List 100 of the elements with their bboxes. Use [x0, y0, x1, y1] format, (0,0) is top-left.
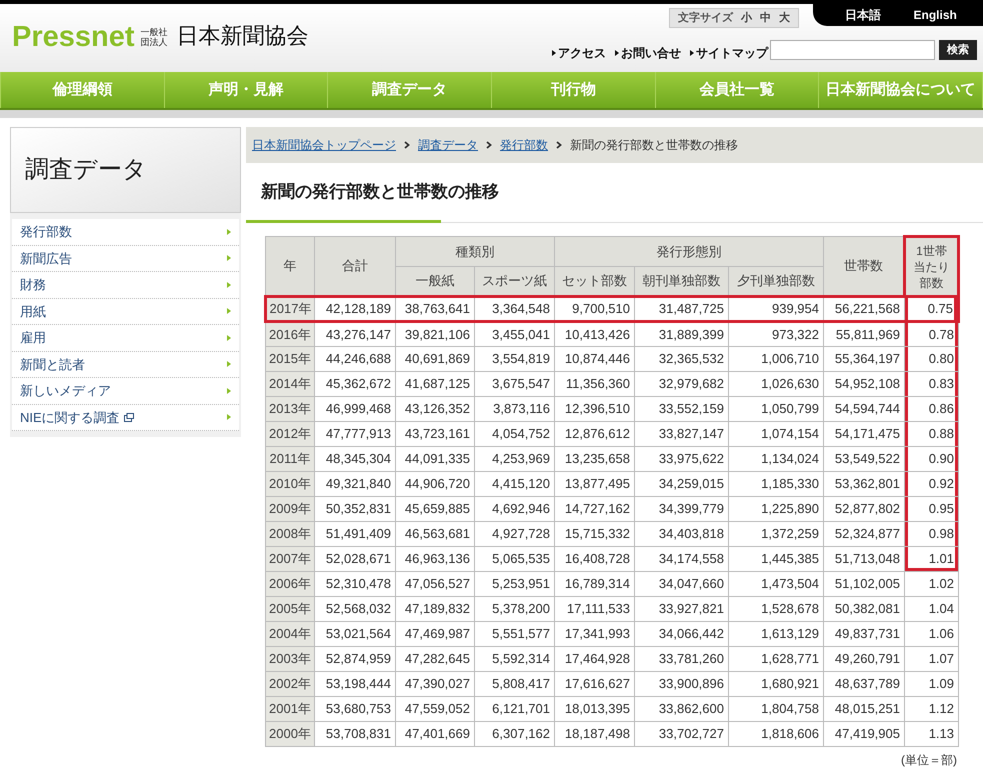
table-cell: 38,763,641 [396, 296, 474, 322]
sidebar-item[interactable]: 雇用 [12, 325, 239, 352]
language-link[interactable]: English [913, 6, 957, 24]
row-header: 2015年 [266, 346, 314, 372]
table-cell: 3,554,819 [474, 346, 554, 372]
table-cell: 1,050,799 [728, 396, 824, 422]
chevron-icon [404, 141, 410, 149]
table-cell: 0.80 [904, 346, 958, 372]
row-header: 2012年 [266, 422, 314, 446]
row-header: 2017年 [266, 296, 314, 322]
table-cell: 31,889,399 [634, 322, 728, 346]
table-cell: 15,715,332 [554, 522, 634, 546]
row-header: 2003年 [266, 646, 314, 672]
arrow-icon [227, 255, 231, 262]
table-cell: 12,876,612 [554, 422, 634, 446]
arrow-icon [227, 414, 231, 420]
header-link[interactable]: お問い合せ [615, 44, 681, 62]
sidebar-item[interactable]: 新聞広告 [12, 246, 239, 272]
table-cell: 1,372,259 [728, 522, 824, 546]
table-cell: 1,818,606 [728, 722, 824, 746]
column-header: 世帯数 [824, 236, 904, 296]
row-header: 2000年 [266, 722, 314, 746]
font-size-label: 文字サイズ [678, 10, 733, 26]
table-cell: 1,225,890 [728, 496, 824, 522]
table-cell: 51,491,409 [314, 522, 396, 546]
header-link[interactable]: サイトマップ [690, 44, 768, 62]
table-cell: 51,713,048 [824, 546, 904, 572]
sidebar-item[interactable]: NIEに関する調査 [12, 404, 239, 431]
table-cell: 5,253,951 [474, 572, 554, 596]
row-header: 2011年 [266, 446, 314, 472]
table-cell: 44,091,335 [396, 446, 474, 472]
arrow-icon [227, 361, 231, 368]
column-header: 朝刊単独部数 [634, 266, 728, 296]
table-cell: 11,356,360 [554, 372, 634, 396]
table-cell: 1,473,504 [728, 572, 824, 596]
chevron-icon [486, 141, 492, 149]
header-link[interactable]: アクセス [552, 44, 606, 62]
column-header: スポーツ紙 [474, 266, 554, 296]
table-cell: 1,613,129 [728, 622, 824, 646]
table-cell: 43,276,147 [314, 322, 396, 346]
table-cell: 45,362,672 [314, 372, 396, 396]
table-cell: 33,862,600 [634, 696, 728, 722]
column-header: 合計 [314, 236, 396, 296]
table-cell: 0.86 [904, 396, 958, 422]
row-header: 2007年 [266, 546, 314, 572]
sidebar-item[interactable]: 財務 [12, 272, 239, 298]
column-header: 発行形態別 [554, 236, 824, 266]
table-cell: 44,246,688 [314, 346, 396, 372]
table-cell: 54,594,744 [824, 396, 904, 422]
table-cell: 6,307,162 [474, 722, 554, 746]
breadcrumb-link[interactable]: 調査データ [418, 136, 478, 154]
table-cell: 52,310,478 [314, 572, 396, 596]
table-cell: 1,134,024 [728, 446, 824, 472]
page-title: 新聞の発行部数と世帯数の推移 [260, 180, 500, 203]
column-header: セット部数 [554, 266, 634, 296]
table-cell: 45,659,885 [396, 496, 474, 522]
table-cell: 49,837,731 [824, 622, 904, 646]
table-cell: 33,702,727 [634, 722, 728, 746]
arrow-icon [227, 282, 231, 288]
row-header: 2005年 [266, 596, 314, 622]
table-cell: 1,185,330 [728, 472, 824, 496]
sidebar-item[interactable]: 新しいメディア [12, 378, 239, 404]
breadcrumb-link[interactable]: 発行部数 [500, 136, 548, 154]
table-cell: 10,413,426 [554, 322, 634, 346]
table-cell: 46,563,681 [396, 522, 474, 546]
search-button[interactable]: 検索 [939, 40, 977, 60]
table-cell: 52,568,032 [314, 596, 396, 622]
table-cell: 53,549,522 [824, 446, 904, 472]
language-link[interactable]: 日本語 [845, 6, 882, 24]
table-cell: 1,074,154 [728, 422, 824, 446]
table-cell: 47,056,527 [396, 572, 474, 596]
arrow-icon [690, 50, 694, 56]
sidebar-item[interactable]: 発行部数 [12, 219, 239, 246]
table-cell: 34,174,558 [634, 546, 728, 572]
table-cell: 0.75 [904, 296, 958, 322]
table-cell: 10,874,446 [554, 346, 634, 372]
row-header: 2014年 [266, 372, 314, 396]
font-size-option[interactable]: 大 [779, 10, 790, 26]
table-cell: 16,408,728 [554, 546, 634, 572]
column-header: 夕刊単独部数 [728, 266, 824, 296]
search-field[interactable] [770, 40, 935, 60]
column-header: 1世帯 当たり 部数 [904, 236, 958, 296]
row-header: 2006年 [266, 572, 314, 596]
table-cell: 54,171,475 [824, 422, 904, 446]
table-cell: 34,399,779 [634, 496, 728, 522]
table-cell: 5,378,200 [474, 596, 554, 622]
table-cell: 3,455,041 [474, 322, 554, 346]
font-size-option[interactable]: 中 [760, 10, 771, 26]
table-cell: 47,189,832 [396, 596, 474, 622]
table-cell: 43,723,161 [396, 422, 474, 446]
table-cell: 17,616,627 [554, 672, 634, 696]
sidebar-item[interactable]: 用紙 [12, 298, 239, 325]
table-cell: 14,727,162 [554, 496, 634, 522]
table-cell: 46,963,136 [396, 546, 474, 572]
sidebar-item[interactable]: 新聞と読者 [12, 352, 239, 378]
table-cell: 4,927,728 [474, 522, 554, 546]
table-cell: 4,054,752 [474, 422, 554, 446]
font-size-option[interactable]: 小 [741, 10, 752, 26]
breadcrumb-link[interactable]: 日本新聞協会トップページ [252, 136, 396, 154]
chevron-icon [556, 141, 562, 149]
